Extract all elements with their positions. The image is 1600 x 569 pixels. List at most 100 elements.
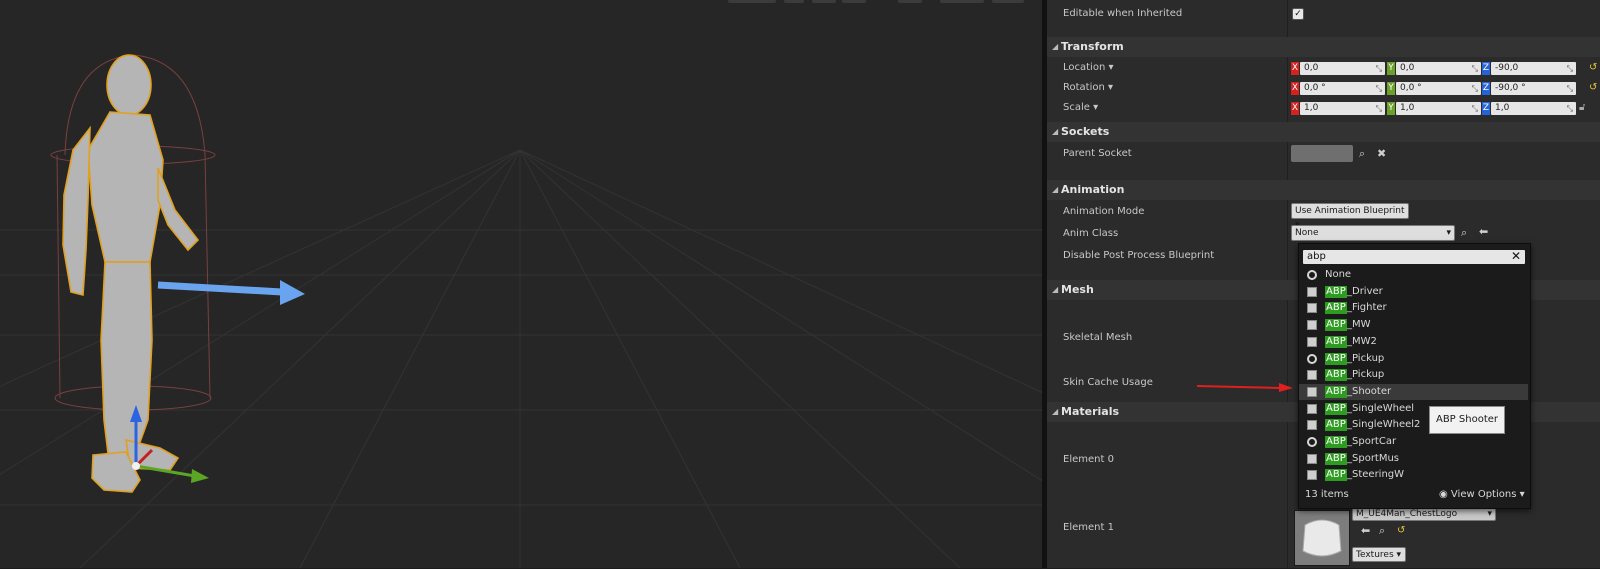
dropdown-arrow-icon: ▾	[1396, 550, 1402, 560]
search-match-highlight: ABP	[1325, 402, 1347, 415]
anim-blueprint-icon	[1307, 370, 1317, 381]
location-x: X 0,0 ⤡	[1291, 62, 1385, 75]
location-x-field[interactable]: 0,0 ⤡	[1300, 62, 1385, 75]
asset-list-item[interactable]: ABP _MW2	[1299, 334, 1528, 350]
material-thumbnail[interactable]	[1294, 510, 1350, 566]
search-icon[interactable]: ⌕	[1359, 147, 1365, 161]
collapse-triangle-icon[interactable]: ◢	[1052, 37, 1058, 57]
asset-name: _Pickup	[1347, 352, 1385, 364]
location-z-field[interactable]: -90,0 ⤡	[1491, 62, 1576, 75]
asset-tooltip: ABP Shooter	[1429, 406, 1505, 434]
animation-mode-row: Animation Mode Use Animation Blueprint ▾	[1047, 203, 1600, 230]
asset-list-item[interactable]: ABP _MW	[1299, 317, 1528, 333]
textures-button[interactable]: Textures ▾	[1352, 547, 1406, 562]
reset-to-default-icon[interactable]: ↺	[1589, 62, 1597, 73]
search-match-highlight: ABP	[1325, 335, 1347, 348]
anim-blueprint-icon	[1307, 286, 1317, 297]
location-label[interactable]: Location ▾	[1063, 62, 1114, 73]
parent-socket-label: Parent Socket	[1063, 148, 1132, 159]
editable-when-inherited-label: Editable when Inherited	[1063, 8, 1183, 19]
dropdown-arrow-icon: ▾	[1108, 62, 1114, 73]
search-match-highlight: ABP	[1325, 352, 1347, 365]
asset-list-item[interactable]: ABP _SportCar	[1299, 434, 1528, 450]
viewport[interactable]	[0, 0, 1047, 568]
search-match-highlight: ABP	[1325, 419, 1347, 432]
category-sockets[interactable]: ◢ Sockets	[1047, 122, 1600, 142]
rotation-label[interactable]: Rotation ▾	[1063, 82, 1113, 93]
asset-picker-popup: abp ✕ None ABP _Driver ABP _Fighter ABP _MW ABP _…	[1298, 243, 1531, 509]
collapse-triangle-icon[interactable]: ◢	[1052, 180, 1058, 200]
anim-blueprint-icon	[1307, 336, 1317, 347]
asset-list-item[interactable]: ABP _Pickup	[1299, 367, 1528, 383]
collapse-triangle-icon[interactable]: ◢	[1052, 280, 1058, 300]
rotation-y: Y 0,0 ° ⤡	[1387, 82, 1481, 95]
lock-icon[interactable]: 🔓︎	[1579, 102, 1585, 113]
scale-label[interactable]: Scale ▾	[1063, 102, 1098, 113]
asset-search-input[interactable]: abp ✕	[1303, 249, 1525, 264]
view-options-button[interactable]: ◉ View Options ▾	[1439, 489, 1525, 500]
use-selected-arrow-icon[interactable]: ⬅	[1361, 524, 1370, 537]
clear-icon[interactable]: ✖	[1377, 147, 1386, 160]
scale-x: X 1,0 ⤡	[1291, 102, 1385, 115]
reset-to-default-icon[interactable]: ↺	[1397, 525, 1405, 536]
scale-x-field[interactable]: 1,0 ⤡	[1300, 102, 1385, 115]
anim-class-combo[interactable]: None ▾	[1291, 225, 1455, 241]
asset-name: _Driver	[1347, 285, 1383, 297]
disable-post-process-label: Disable Post Process Blueprint	[1063, 250, 1215, 261]
browse-search-icon[interactable]: ⌕	[1461, 226, 1467, 240]
scale-y-field[interactable]: 1,0 ⤡	[1396, 102, 1481, 115]
use-selected-arrow-icon[interactable]: ⬅	[1479, 225, 1488, 238]
rotation-z: Z -90,0 ° ⤡	[1482, 82, 1576, 95]
editable-when-inherited-row: Editable when Inherited ✓	[1047, 8, 1600, 24]
search-match-highlight: ABP	[1325, 369, 1347, 382]
rotation-x-field[interactable]: 0,0 ° ⤡	[1300, 82, 1385, 95]
reset-to-default-icon[interactable]: ↺	[1589, 82, 1597, 93]
drag-handle-icon: ⤡	[1566, 84, 1573, 93]
parent-socket-field[interactable]	[1291, 145, 1353, 162]
scale-row: Scale ▾ X 1,0 ⤡ Y 1,0 ⤡ Z 1,0 ⤡ 🔓︎	[1047, 102, 1600, 118]
asset-list-item[interactable]: ABP _Driver	[1299, 284, 1528, 300]
asset-name: _SteeringW	[1347, 469, 1405, 481]
asset-name: _Fighter	[1347, 302, 1387, 314]
asset-list-item[interactable]: ABP _Fighter	[1299, 300, 1528, 316]
location-z: Z -90,0 ⤡	[1482, 62, 1576, 75]
dropdown-arrow-icon: ▾	[1446, 228, 1451, 238]
rotation-z-field[interactable]: -90,0 ° ⤡	[1491, 82, 1576, 95]
asset-name: _SportMus	[1347, 452, 1400, 464]
asset-list-item[interactable]: ABP _SteeringW	[1299, 467, 1528, 483]
editable-when-inherited-checkbox[interactable]: ✓	[1292, 8, 1304, 20]
asset-name: None	[1325, 269, 1352, 280]
anim-blueprint-icon	[1307, 403, 1317, 414]
asset-list-item[interactable]: ABP _Shooter	[1299, 383, 1528, 400]
category-transform[interactable]: ◢ Transform	[1047, 37, 1600, 57]
parent-socket-row: Parent Socket ⌕ ✖	[1047, 145, 1600, 168]
search-match-highlight: ABP	[1325, 319, 1347, 332]
scale-z-field[interactable]: 1,0 ⤡	[1491, 102, 1576, 115]
clear-search-icon[interactable]: ✕	[1511, 249, 1521, 263]
item-count: 13 items	[1305, 489, 1349, 500]
drag-handle-icon: ⤡	[1375, 84, 1382, 93]
category-animation[interactable]: ◢ Animation	[1047, 180, 1600, 200]
rotation-y-field[interactable]: 0,0 ° ⤡	[1396, 82, 1481, 95]
collapse-triangle-icon[interactable]: ◢	[1052, 402, 1058, 422]
location-row: Location ▾ X 0,0 ⤡ Y 0,0 ⤡ Z -90,0 ⤡ ↺	[1047, 62, 1600, 78]
browse-search-icon[interactable]: ⌕	[1379, 524, 1385, 538]
anim-class-label: Anim Class	[1063, 228, 1119, 239]
drag-handle-icon: ⤡	[1566, 104, 1573, 113]
character-mannequin[interactable]	[62, 54, 200, 493]
skeletal-mesh-label: Skeletal Mesh	[1063, 332, 1133, 343]
asset-list-item[interactable]: ABP _SportMus	[1299, 451, 1528, 467]
search-match-highlight: ABP	[1325, 302, 1347, 315]
element1-material-combo[interactable]: M_UE4Man_ChestLogo ▾	[1352, 507, 1496, 521]
location-y-field[interactable]: 0,0 ⤡	[1396, 62, 1481, 75]
asset-list-item[interactable]: ABP _Pickup	[1299, 351, 1528, 367]
collapse-triangle-icon[interactable]: ◢	[1052, 122, 1058, 142]
material-sphere-icon	[1295, 511, 1349, 565]
dropdown-arrow-icon: ▾	[1108, 82, 1114, 93]
element0-label: Element 0	[1063, 454, 1114, 465]
animation-mode-dropdown[interactable]: Use Animation Blueprint ▾	[1291, 203, 1409, 230]
element1-label: Element 1	[1063, 522, 1114, 533]
asset-list-item[interactable]: None	[1299, 267, 1528, 283]
search-match-highlight: ABP	[1325, 285, 1347, 298]
circle-asset-icon	[1307, 270, 1317, 280]
